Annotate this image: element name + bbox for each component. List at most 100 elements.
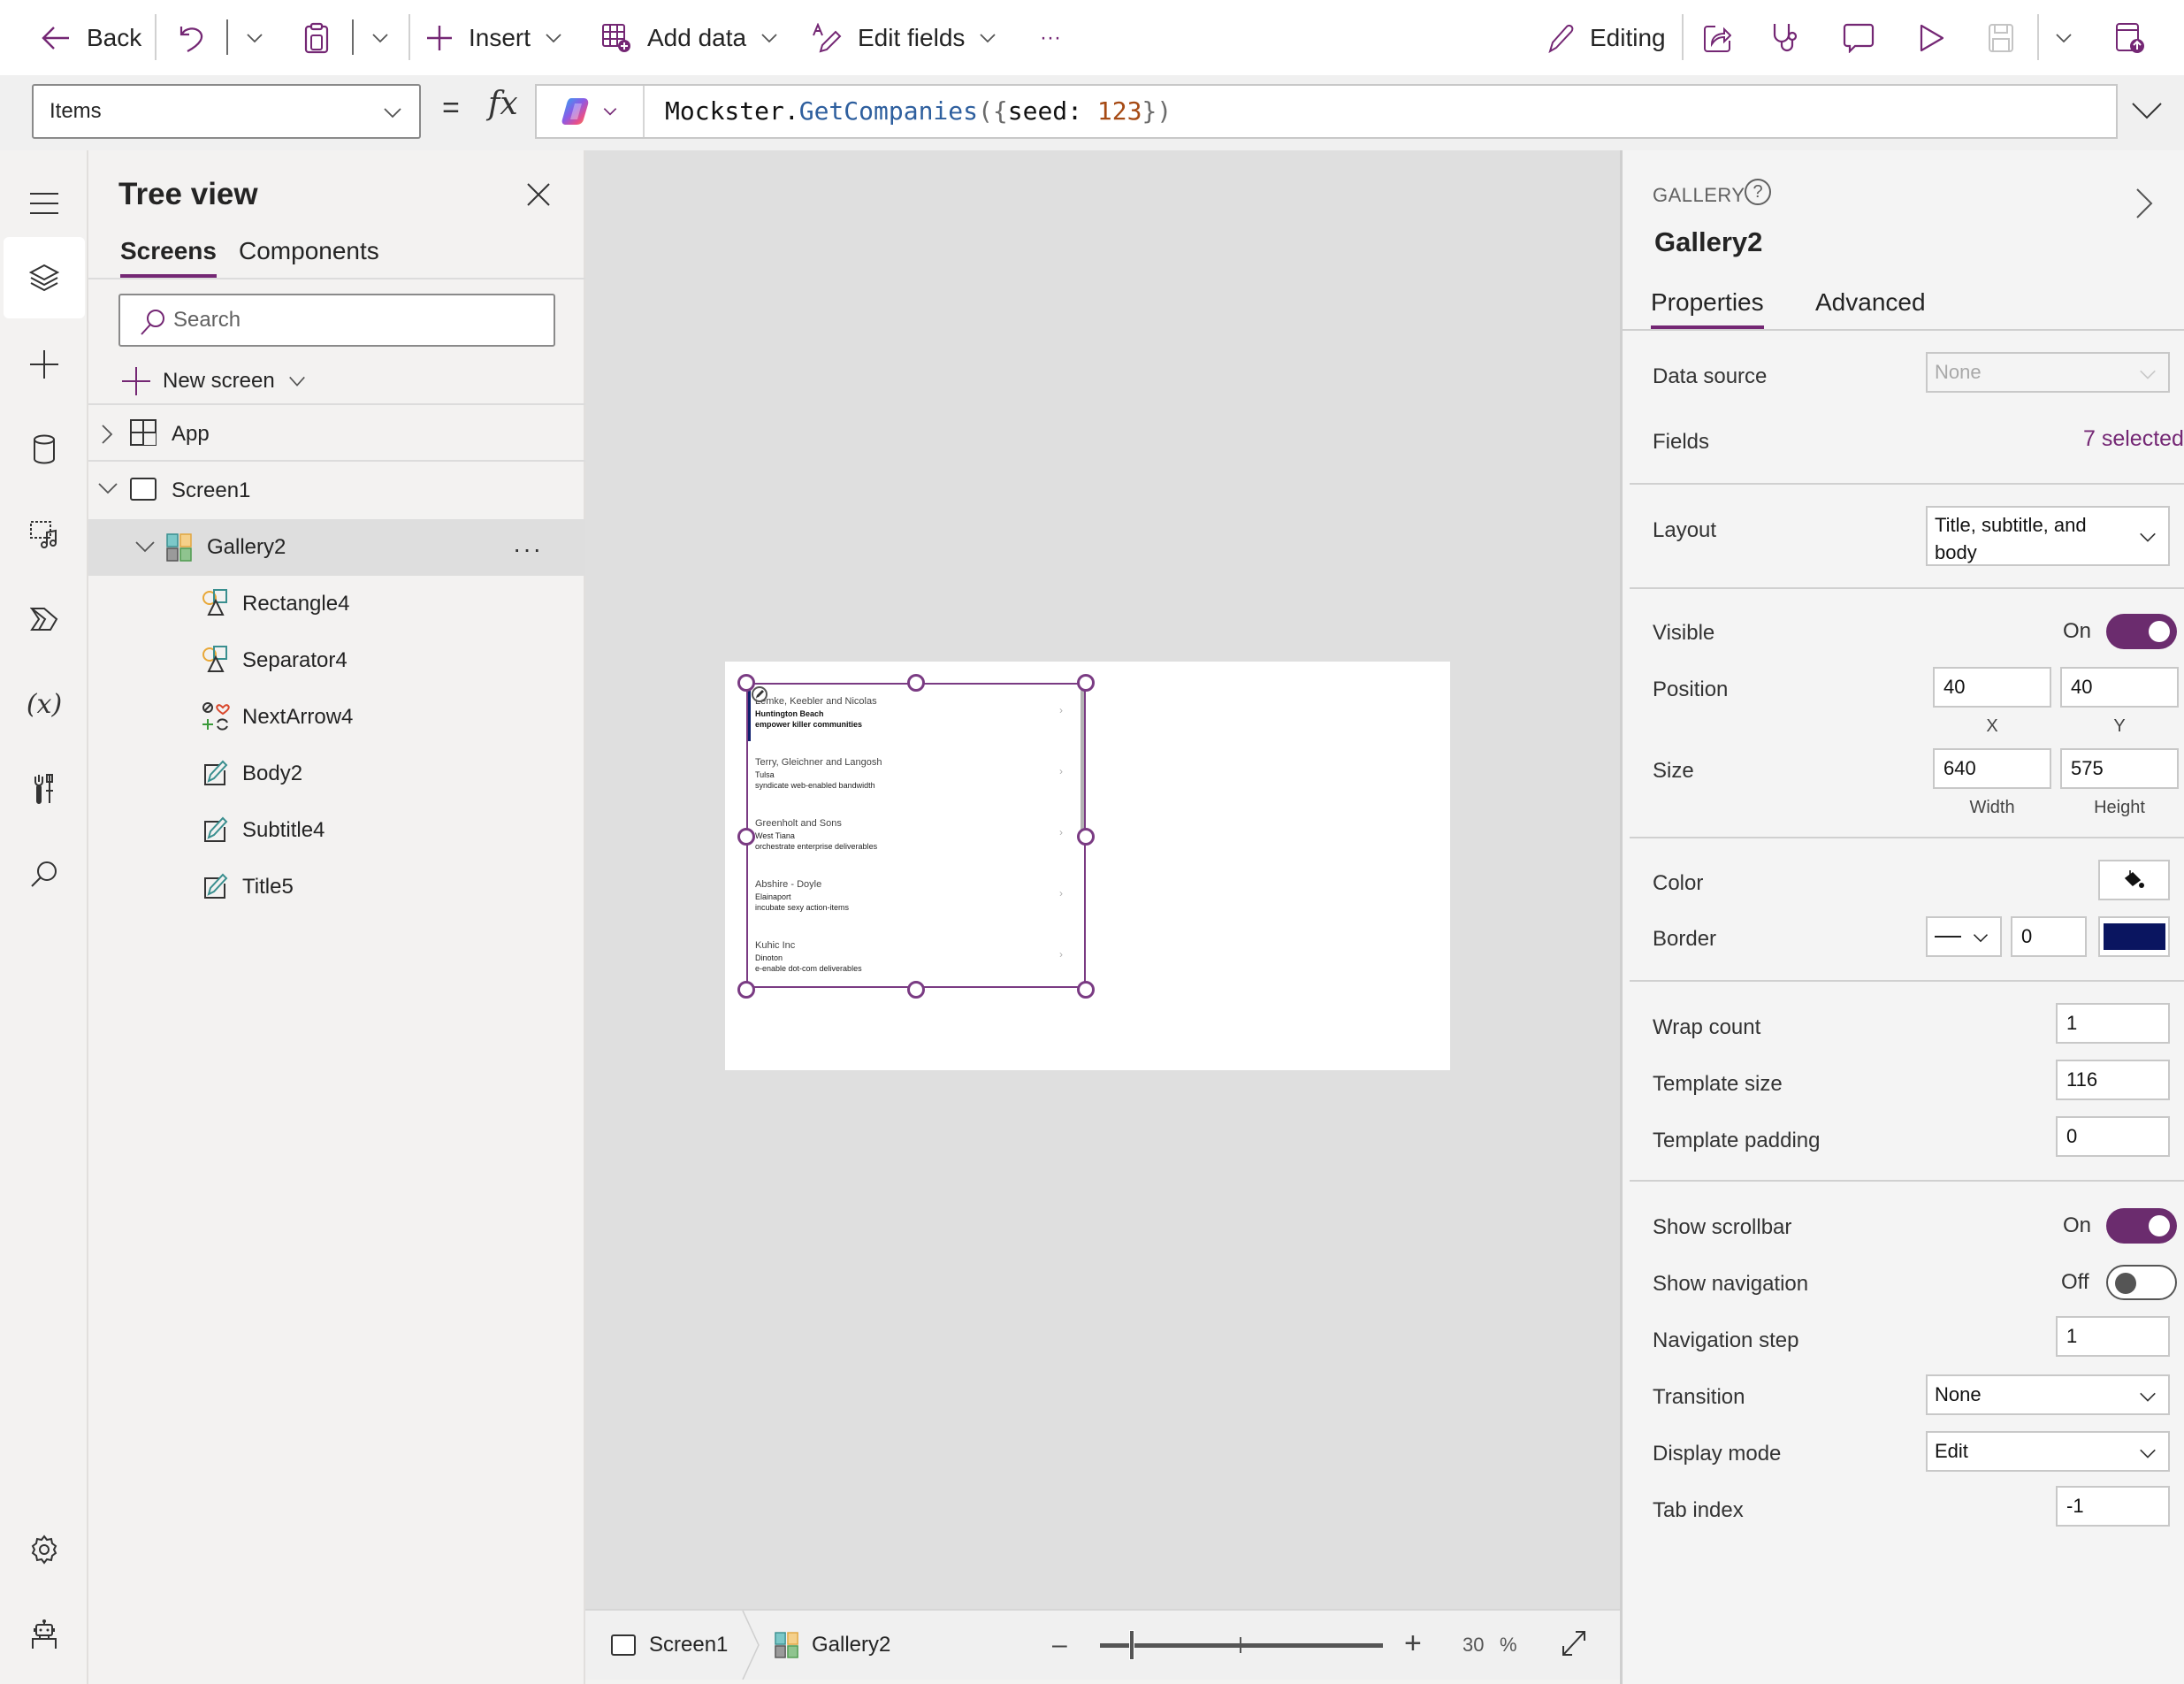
position-x-input[interactable]: 40 (1933, 667, 2051, 708)
border-color-picker[interactable] (2098, 916, 2170, 957)
new-screen-button[interactable]: New screen (122, 359, 307, 403)
design-canvas[interactable]: Lemke, Keebler and Nicolas Huntington Bea… (585, 150, 1620, 1609)
expand-formula-button[interactable] (2131, 100, 2163, 121)
navigation-step-input[interactable]: 1 (2056, 1316, 2170, 1357)
gallery-item[interactable]: Terry, Gleichner and Langosh Tulsa syndica… (748, 746, 1088, 807)
tab-advanced[interactable]: Advanced (1815, 288, 1926, 325)
copilot-agent-button[interactable] (4, 1594, 85, 1675)
search-nav-button[interactable] (4, 833, 85, 915)
data-source-dropdown[interactable]: None (1926, 352, 2170, 393)
next-arrow-icon[interactable]: › (1059, 765, 1063, 777)
tree-node-gallery2[interactable]: Gallery2 ··· (88, 519, 585, 576)
fields-selected-link[interactable]: 7 selected (2083, 426, 2184, 452)
resize-handle-bottom[interactable] (907, 981, 925, 999)
breadcrumb-screen1[interactable]: Screen1 (610, 1611, 728, 1680)
back-button[interactable]: Back (41, 0, 141, 75)
next-arrow-icon[interactable]: › (1059, 887, 1063, 899)
undo-button[interactable] (179, 0, 205, 75)
tree-node-title5[interactable]: Title5 (88, 859, 585, 915)
display-mode-dropdown[interactable]: Edit (1926, 1431, 2170, 1472)
advanced-tools-nav-button[interactable] (4, 748, 85, 830)
close-panel-button[interactable] (526, 182, 551, 207)
tab-properties[interactable]: Properties (1651, 288, 1764, 330)
show-navigation-toggle[interactable] (2106, 1265, 2177, 1300)
app-checker-button[interactable] (1772, 0, 1802, 75)
gallery-item[interactable]: Greenholt and Sons West Tiana orchestrate … (748, 807, 1088, 868)
position-y-input[interactable]: 40 (2060, 667, 2179, 708)
zoom-in-button[interactable]: + (1404, 1627, 1422, 1661)
tree-node-screen1[interactable]: Screen1 (88, 463, 585, 519)
paste-button[interactable] (304, 0, 329, 75)
gallery2-control[interactable]: Lemke, Keebler and Nicolas Huntington Bea… (746, 683, 1086, 988)
tree-node-separator4[interactable]: Separator4 (88, 632, 585, 689)
resize-handle-right[interactable] (1077, 828, 1095, 846)
transition-dropdown[interactable]: None (1926, 1374, 2170, 1415)
settings-button[interactable] (4, 1509, 85, 1590)
tree-node-app[interactable]: App (88, 406, 585, 463)
color-picker-button[interactable] (2098, 860, 2170, 900)
next-arrow-icon[interactable]: › (1059, 948, 1063, 961)
comments-button[interactable] (1843, 0, 1875, 75)
save-options-dropdown[interactable] (2053, 0, 2074, 75)
tab-screens[interactable]: Screens (120, 237, 217, 278)
tree-search-input[interactable]: Search (118, 294, 555, 347)
size-height-input[interactable]: 575 (2060, 748, 2179, 789)
power-automate-nav-button[interactable] (4, 578, 85, 660)
resize-handle-bottom-right[interactable] (1077, 981, 1095, 999)
chevron-down-icon[interactable] (97, 482, 118, 496)
help-icon[interactable]: ? (1745, 179, 1771, 205)
tree-view-button[interactable] (4, 237, 85, 318)
tab-components[interactable]: Components (239, 237, 379, 274)
resize-handle-left[interactable] (737, 828, 755, 846)
add-data-button[interactable]: Add data (601, 0, 780, 75)
tree-node-subtitle4[interactable]: Subtitle4 (88, 802, 585, 859)
template-size-input[interactable]: 116 (2056, 1060, 2170, 1100)
copilot-button[interactable] (537, 86, 645, 137)
publish-button[interactable] (2115, 0, 2145, 75)
zoom-slider[interactable] (1100, 1643, 1383, 1648)
layout-dropdown[interactable]: Title, subtitle, and body (1926, 506, 2170, 566)
edit-template-icon[interactable] (752, 686, 767, 702)
fit-to-window-button[interactable] (1560, 1628, 1588, 1658)
next-arrow-icon[interactable]: › (1059, 704, 1063, 716)
insert-button[interactable]: Insert (426, 0, 564, 75)
resize-handle-top[interactable] (907, 674, 925, 692)
resize-handle-top-left[interactable] (737, 674, 755, 692)
more-commands-button[interactable]: ··· (1040, 0, 1061, 75)
breadcrumb-gallery2[interactable]: Gallery2 (775, 1611, 890, 1680)
paste-dropdown-button[interactable] (370, 0, 391, 75)
border-style-dropdown[interactable] (1926, 916, 2002, 957)
template-padding-input[interactable]: 0 (2056, 1116, 2170, 1157)
screen1-canvas[interactable]: Lemke, Keebler and Nicolas Huntington Bea… (725, 662, 1450, 1070)
save-button[interactable] (1988, 0, 2014, 75)
tree-node-rectangle4[interactable]: Rectangle4 (88, 576, 585, 632)
undo-dropdown-button[interactable] (244, 0, 265, 75)
preview-play-button[interactable] (1919, 0, 1945, 75)
more-options-button[interactable]: ··· (513, 535, 543, 563)
editing-mode-button[interactable]: Editing (1547, 0, 1666, 75)
zoom-slider-thumb[interactable] (1128, 1630, 1134, 1660)
visible-toggle[interactable] (2106, 614, 2177, 649)
resize-handle-top-right[interactable] (1077, 674, 1095, 692)
wrap-count-input[interactable]: 1 (2056, 1003, 2170, 1044)
menu-button[interactable] (4, 163, 85, 244)
gallery-item[interactable]: Abshire - Doyle Elainaport incubate sexy a… (748, 868, 1088, 929)
gallery-item[interactable]: Lemke, Keebler and Nicolas Huntington Bea… (748, 685, 1088, 746)
formula-input[interactable]: Mockster.GetCompanies({seed: 123}) (535, 84, 2118, 139)
chevron-down-icon[interactable] (134, 540, 156, 555)
collapse-panel-button[interactable] (2135, 188, 2153, 219)
insert-nav-button[interactable] (4, 324, 85, 405)
data-nav-button[interactable] (4, 409, 85, 490)
tab-index-input[interactable]: -1 (2056, 1486, 2170, 1527)
variables-nav-button[interactable]: (x) (4, 663, 85, 745)
share-button[interactable] (1703, 0, 1731, 75)
resize-handle-bottom-left[interactable] (737, 981, 755, 999)
next-arrow-icon[interactable]: › (1059, 826, 1063, 838)
border-thickness-input[interactable]: 0 (2011, 916, 2087, 957)
edit-fields-button[interactable]: Edit fields (812, 0, 998, 75)
show-scrollbar-toggle[interactable] (2106, 1208, 2177, 1244)
tree-node-body2[interactable]: Body2 (88, 746, 585, 802)
property-dropdown[interactable]: Items (32, 84, 421, 139)
chevron-right-icon[interactable] (101, 424, 113, 445)
size-width-input[interactable]: 640 (1933, 748, 2051, 789)
